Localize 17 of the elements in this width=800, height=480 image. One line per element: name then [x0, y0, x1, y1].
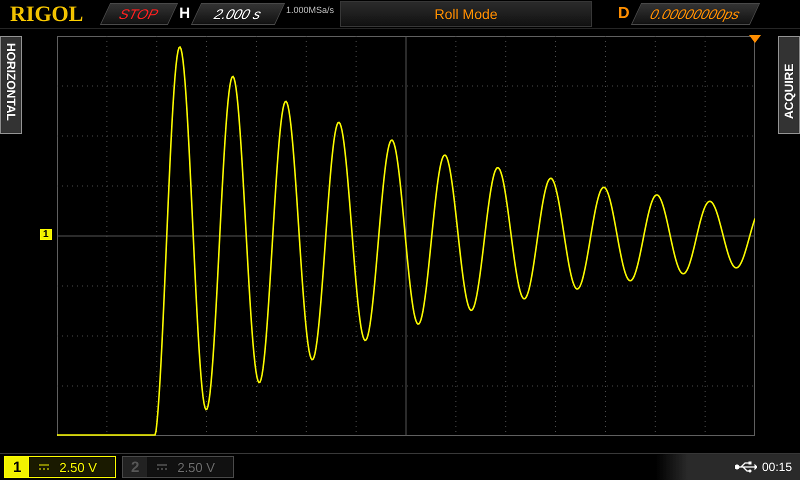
brand-logo: RIGOL — [10, 0, 84, 27]
timebase-value[interactable]: 2.000 s — [190, 2, 286, 25]
trigger-position-icon — [749, 34, 761, 43]
clock-time: 00:15 — [762, 460, 792, 474]
acquire-tab[interactable]: ACQUIRE — [778, 36, 800, 134]
channel-scale-button[interactable]: 1 2.50 V — [4, 456, 116, 478]
sample-rate: 1.000MSa/s — [286, 5, 334, 15]
horizontal-label: H — [179, 5, 190, 22]
run-state[interactable]: STOP — [100, 2, 178, 25]
delay-value[interactable]: 0.00000000ps — [630, 2, 760, 25]
horizontal-tab[interactable]: HORIZONTAL — [0, 36, 22, 134]
usb-icon — [734, 461, 757, 474]
dc-coupling-icon — [39, 464, 50, 470]
channel-marker[interactable]: 1 — [40, 228, 52, 240]
mode-display: Roll Mode — [340, 0, 592, 27]
dc-coupling-icon — [157, 464, 168, 470]
delay-label: D — [618, 4, 630, 23]
